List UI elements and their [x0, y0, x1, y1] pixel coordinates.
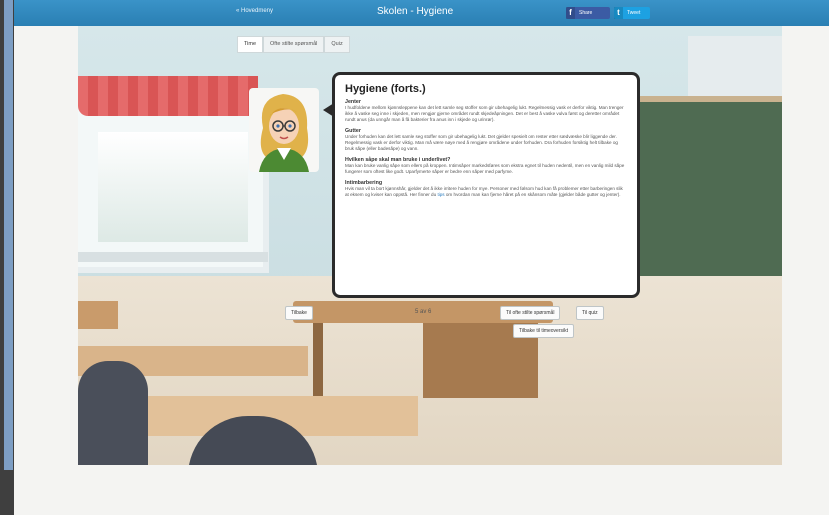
lesson-card: Hygiene (forts.) Jenter I hudfoldene mel… — [323, 72, 640, 298]
window-awning — [78, 76, 258, 116]
tips-link[interactable]: tips — [437, 192, 444, 197]
teacher-avatar — [249, 88, 319, 172]
section-shaving: Intimbarbering Hvis man vil ta bort kjøn… — [345, 180, 627, 198]
page-title: Skolen - Hygiene — [377, 6, 454, 17]
window-pane — [98, 132, 248, 242]
section-text-after-link: om hvordan man kan fjerne håret på en sk… — [444, 192, 621, 197]
window-left-border — [0, 0, 14, 515]
speech-bubble-pointer — [323, 103, 334, 117]
top-bar: « Hovedmeny Skolen - Hygiene f Share t T… — [14, 0, 829, 26]
back-button[interactable]: Tilbake — [285, 306, 313, 320]
section-text: Man kan bruke vanlig såpe som ellers på … — [345, 163, 625, 174]
section-soap: Hvilken såpe skal man bruke i underlivet… — [345, 157, 627, 175]
facebook-share-label: Share — [579, 10, 593, 16]
tab-time[interactable]: Time — [237, 36, 264, 53]
facebook-icon: f — [566, 7, 575, 19]
main-menu-link[interactable]: « Hovedmeny — [236, 8, 273, 14]
window-sill — [78, 252, 268, 262]
facebook-share-button[interactable]: f Share — [566, 7, 610, 19]
section-text: Under forhuden kan det lett samle seg st… — [345, 134, 618, 151]
section-text: Hvis man vil ta bort kjønnshår, gjelder … — [345, 186, 627, 198]
faq-button[interactable]: Til ofte stilte spørsmål — [500, 306, 561, 320]
page-counter: 5 av 6 — [415, 309, 432, 315]
quiz-button[interactable]: Til quiz — [576, 306, 604, 320]
classroom-back-wall-panel — [688, 36, 782, 96]
section-jenter: Jenter I hudfoldene mellom kjønnsleppene… — [345, 99, 627, 123]
twitter-tweet-label: Tweet — [627, 10, 641, 16]
window-left-edge — [4, 0, 13, 470]
twitter-icon: t — [614, 7, 623, 19]
tab-faq[interactable]: Ofte stilte spørsmål — [263, 36, 325, 53]
twitter-tweet-button[interactable]: t Tweet — [614, 7, 650, 19]
section-gutter: Gutter Under forhuden kan det lett samle… — [345, 128, 627, 152]
lesson-overview-button[interactable]: Tilbake til timeoversikt — [513, 324, 574, 338]
section-text: I hudfoldene mellom kjønnsleppene kan de… — [345, 105, 624, 122]
lesson-tabs: Time Ofte stilte spørsmål Quiz — [237, 36, 350, 53]
tab-quiz[interactable]: Quiz — [324, 36, 350, 53]
student-desk-left — [78, 301, 118, 329]
lesson-title: Hygiene (forts.) — [345, 83, 426, 95]
classroom-window — [78, 96, 269, 273]
student-chair-left — [78, 361, 148, 465]
teacher-desk-leg — [313, 323, 323, 398]
